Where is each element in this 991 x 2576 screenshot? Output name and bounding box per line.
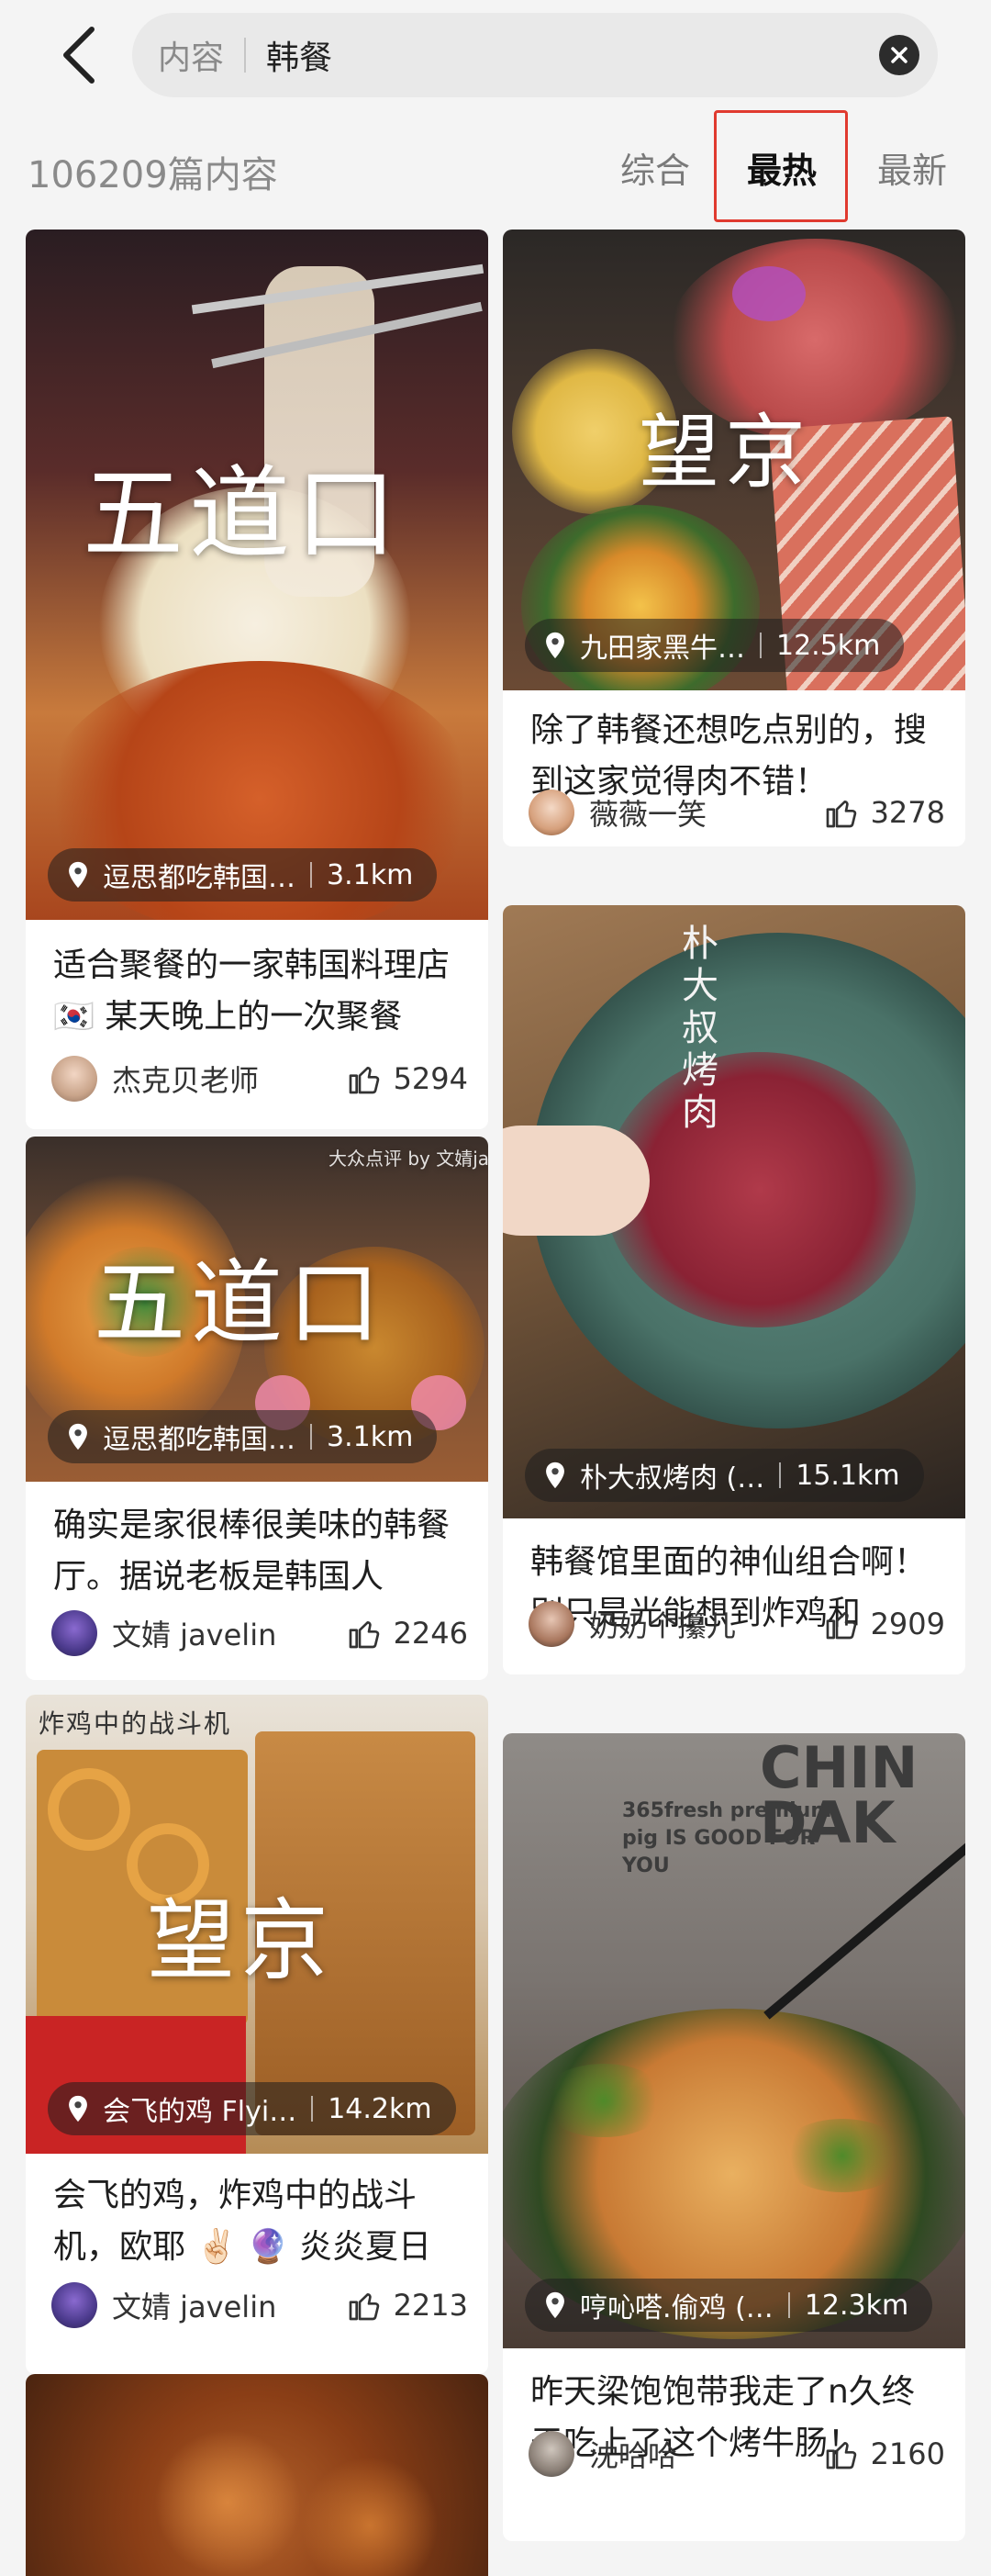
cover-overlay-text: 五道口	[83, 455, 402, 573]
note-card[interactable]: CHIN DAK 365fresh premium pig IS GOOD FO…	[503, 1733, 965, 2541]
note-cover-image: 五道口 逗思都吃韩国… 3.1km	[26, 230, 488, 920]
location-name: 逗思都吃韩国…	[103, 862, 295, 894]
location-distance: 14.2km	[328, 2092, 432, 2125]
like-count: 2160	[870, 2436, 945, 2471]
note-cover-image: 望京 九田家黑牛… 12.5km	[503, 230, 965, 690]
location-distance: 3.1km	[327, 858, 414, 891]
location-distance: 3.1km	[327, 1420, 414, 1453]
location-tag[interactable]: 会飞的鸡 Flyi… 14.2km	[48, 2082, 456, 2135]
sort-tab-comprehensive[interactable]: 综合	[617, 138, 694, 196]
sort-tab-newest[interactable]: 最新	[874, 138, 951, 196]
location-tag[interactable]: 逗思都吃韩国… 3.1km	[48, 848, 438, 902]
clear-icon	[891, 47, 907, 63]
like-count: 2909	[870, 1607, 945, 1641]
search-field[interactable]: 内容 韩餐	[132, 13, 938, 97]
location-name: 九田家黑牛…	[580, 633, 745, 665]
note-cover-image: 五道口 大众点评 by 文婧javelin VIP 逗思都吃韩国… 3.1km	[26, 1137, 488, 1482]
author-name[interactable]: 杰克贝老师	[112, 1058, 346, 1100]
thumbs-up-icon	[826, 2442, 856, 2470]
location-name: 朴大叔烤肉 (…	[580, 1462, 765, 1495]
note-meta: 沈哈哈 2160	[529, 2429, 945, 2479]
search-input[interactable]: 韩餐	[266, 31, 938, 79]
note-meta: 杰克贝老师 5294	[51, 1054, 468, 1103]
location-tag[interactable]: 朴大叔烤肉 (… 15.1km	[525, 1449, 924, 1502]
cover-overlay-text: 望京	[147, 1889, 334, 1992]
like-button[interactable]: 2246	[346, 1615, 468, 1652]
cover-watermark: 大众点评 by 文婧javelin VIP	[328, 1148, 488, 1170]
location-pin-icon	[69, 2095, 87, 2122]
cover-sign-text: 炸鸡中的战斗机	[39, 1708, 232, 1739]
like-button[interactable]: 5294	[346, 1060, 468, 1097]
location-pin-icon	[69, 1423, 87, 1450]
location-tag[interactable]: 逗思都吃韩国… 3.1km	[48, 1410, 438, 1463]
note-card[interactable]: 五道口 逗思都吃韩国… 3.1km 适合聚餐的一家韩国料理店 🇰🇷 某天晚上的一…	[26, 230, 488, 1129]
note-meta: 薇薇一笑 3278	[529, 788, 945, 837]
avatar[interactable]	[51, 1610, 97, 1656]
location-pin-icon	[546, 632, 564, 659]
note-card[interactable]: 望京 九田家黑牛… 12.5km 除了韩餐还想吃点别的，搜到这家觉得肉不错！ 薇…	[503, 230, 965, 846]
note-card[interactable]: 朴大叔烤肉 朴大叔烤肉 (… 15.1km 韩餐馆里面的神仙组合啊！ 别只是光能…	[503, 905, 965, 1674]
avatar[interactable]	[529, 1601, 574, 1647]
like-count: 5294	[393, 1061, 468, 1096]
avatar[interactable]	[529, 790, 574, 835]
note-card[interactable]: 炸鸡中的战斗机 望京 会飞的鸡 Flyi… 14.2km 会飞的鸡，炸鸡中的战斗…	[26, 1695, 488, 2374]
like-count: 2246	[393, 1616, 468, 1651]
location-name: 逗思都吃韩国…	[103, 1424, 295, 1456]
note-card[interactable]	[26, 2374, 488, 2576]
thumbs-up-icon	[826, 1612, 856, 1640]
like-button[interactable]: 2909	[823, 1606, 945, 1642]
sort-bar: 106209篇内容 综合 最热 最新	[0, 110, 991, 230]
like-button[interactable]: 2213	[346, 2287, 468, 2324]
avatar[interactable]	[51, 2282, 97, 2328]
author-name[interactable]: 沈哈哈	[589, 2433, 823, 2475]
avatar[interactable]	[529, 2431, 574, 2477]
note-cover-image: CHIN DAK 365fresh premium pig IS GOOD FO…	[503, 1733, 965, 2348]
thumbs-up-icon	[349, 2293, 379, 2321]
like-button[interactable]: 2160	[823, 2436, 945, 2472]
author-name[interactable]: 文婧 javelin	[112, 1612, 346, 1654]
search-scope-label[interactable]: 内容	[158, 31, 224, 79]
thumbs-up-icon	[349, 1621, 379, 1649]
author-name[interactable]: 薇薇一笑	[589, 791, 823, 834]
like-button[interactable]: 3278	[823, 794, 945, 831]
thumbs-up-icon	[826, 801, 856, 828]
note-cover-image	[26, 2374, 488, 2576]
result-count: 106209篇内容	[28, 154, 278, 196]
note-card[interactable]: 五道口 大众点评 by 文婧javelin VIP 逗思都吃韩国… 3.1km …	[26, 1137, 488, 1680]
location-distance: 15.1km	[796, 1459, 900, 1492]
back-button[interactable]	[51, 18, 106, 92]
location-pin-icon	[546, 1462, 564, 1489]
location-name: 哼吣嗒.偷鸡 (…	[580, 2292, 774, 2324]
note-cover-image: 炸鸡中的战斗机 望京 会飞的鸡 Flyi… 14.2km	[26, 1695, 488, 2154]
author-name[interactable]: 奶奶个攥儿	[589, 1603, 823, 1645]
note-meta: 文婧 javelin 2246	[51, 1608, 468, 1658]
thumbs-up-icon	[349, 1067, 379, 1094]
note-title: 会飞的鸡，炸鸡中的战斗机，欧耶 ✌🏻 🔮 炎炎夏日	[53, 2177, 431, 2266]
like-count: 3278	[870, 795, 945, 830]
cover-overlay-text: 五道口	[94, 1249, 385, 1357]
location-tag[interactable]: 哼吣嗒.偷鸡 (… 12.3km	[525, 2279, 933, 2332]
location-name: 会飞的鸡 Flyi…	[103, 2096, 297, 2128]
clear-search-button[interactable]	[879, 35, 919, 75]
active-tab-highlight	[714, 110, 848, 222]
location-distance: 12.5km	[776, 629, 881, 662]
author-name[interactable]: 文婧 javelin	[112, 2284, 346, 2326]
note-meta: 文婧 javelin 2213	[51, 2280, 468, 2330]
location-pin-icon	[69, 861, 87, 889]
wall-subtitle: 365fresh premium pig IS GOOD FOR YOU	[622, 1799, 832, 1877]
note-cover-image: 朴大叔烤肉 朴大叔烤肉 (… 15.1km	[503, 905, 965, 1518]
back-arrow-icon	[63, 27, 95, 84]
note-meta: 奶奶个攥儿 2909	[529, 1599, 945, 1649]
cover-overlay-text: 望京	[639, 405, 812, 499]
location-pin-icon	[546, 2291, 564, 2319]
location-distance: 12.3km	[804, 2289, 909, 2322]
note-title: 适合聚餐的一家韩国料理店 🇰🇷 某天晚上的一次聚餐	[53, 946, 451, 1036]
note-title: 确实是家很棒很美味的韩餐厅。据说老板是韩国人	[53, 1506, 451, 1596]
search-divider	[244, 38, 247, 73]
location-tag[interactable]: 九田家黑牛… 12.5km	[525, 619, 905, 672]
top-bar: 内容 韩餐	[0, 0, 991, 110]
cover-overlay-text: 朴大叔烤肉	[675, 924, 718, 1135]
avatar[interactable]	[51, 1056, 97, 1102]
like-count: 2213	[393, 2288, 468, 2323]
